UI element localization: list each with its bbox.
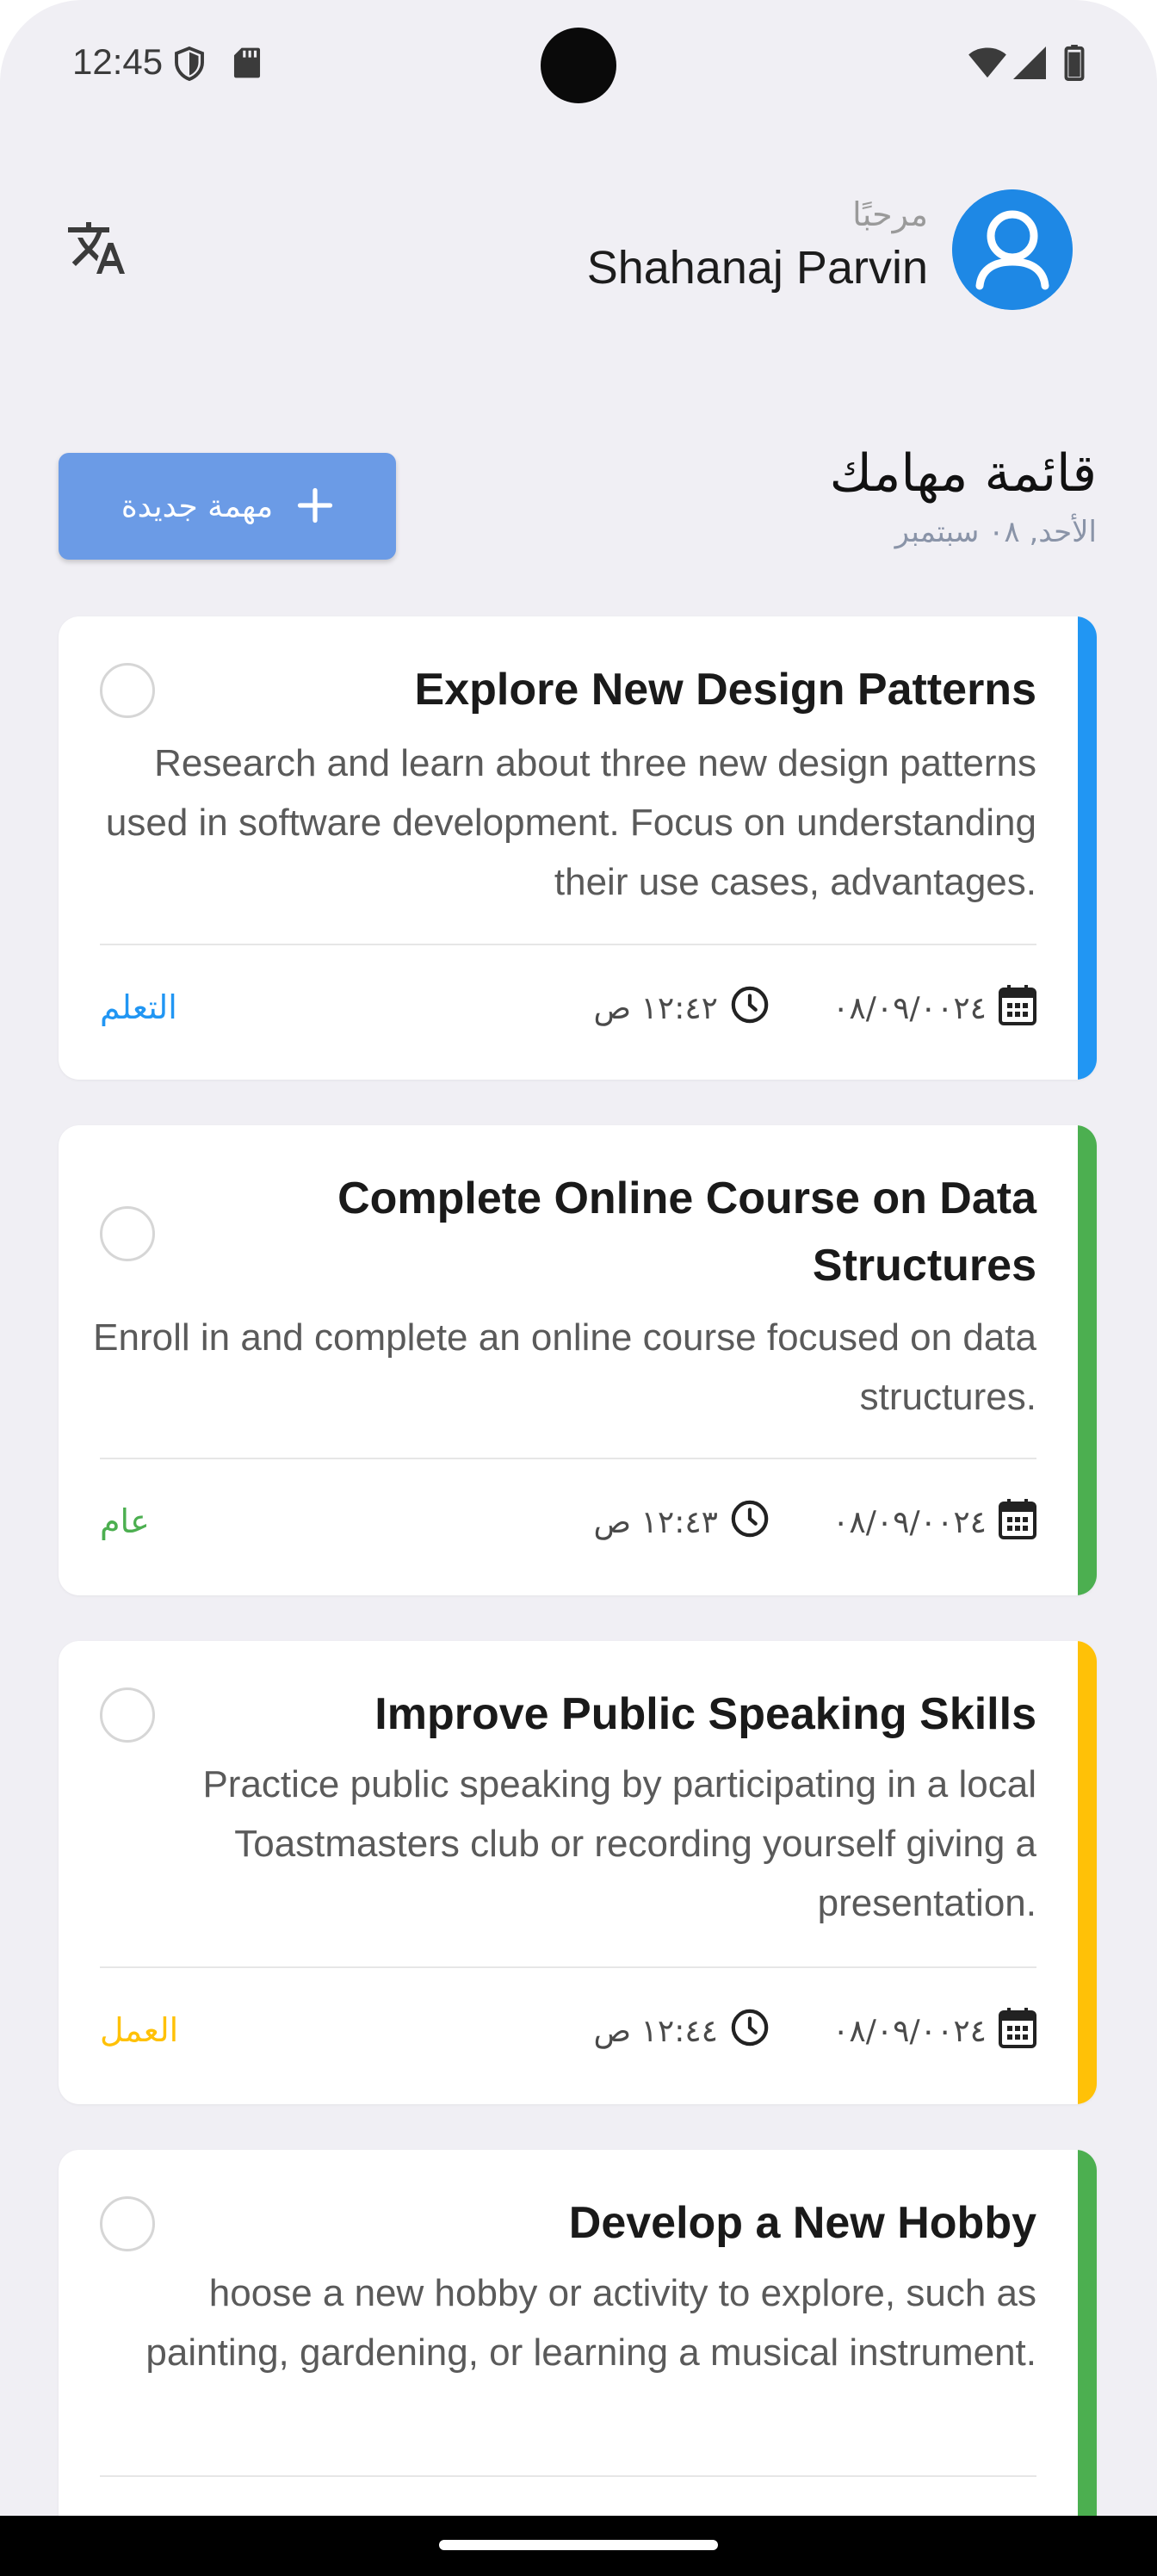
task-card[interactable]: Explore New Design Patterns Research and… (59, 616, 1097, 1080)
clock-icon (730, 985, 770, 1032)
task-date-value: ٠٨/٠٩/٠٠٢٤ (832, 2013, 987, 2049)
shield-icon (174, 46, 205, 84)
task-description: Enroll in and complete an online course … (93, 1316, 1036, 1418)
status-time: 12:45 (72, 41, 164, 82)
translate-button[interactable] (60, 214, 133, 286)
task-accent-bar (1078, 1125, 1097, 1595)
task-title: Complete Online Course on Data Structure… (337, 1173, 1036, 1291)
signal-icon (1012, 46, 1047, 83)
task-category: التعلم (100, 988, 177, 1026)
task-description: Research and learn about three new desig… (105, 742, 1036, 903)
task-meta: عام ١٢:٤٣ ص ٠٨/٠٩/٠٠٢٤ (100, 1492, 1036, 1552)
task-time-value: ١٢:٤٢ ص (593, 990, 718, 1026)
app-screen: 12:45 مرحبًا Shahanaj Parvin مهمة جديدة … (0, 0, 1157, 2576)
task-time: ١٢:٤٢ ص (594, 978, 770, 1038)
avatar[interactable] (952, 189, 1073, 310)
task-time-value: ١٢:٤٤ ص (593, 2013, 718, 2049)
task-description: Practice public speaking by participatin… (202, 1763, 1036, 1924)
task-title: Develop a New Hobby (568, 2198, 1036, 2248)
task-date-value: ٠٨/٠٩/٠٠٢٤ (832, 1504, 987, 1540)
greeting-block: مرحبًا Shahanaj Parvin (587, 191, 928, 298)
calendar-icon (999, 1498, 1036, 1547)
task-date: ٠٨/٠٩/٠٠٢٤ (832, 978, 1036, 1038)
battery-icon (1064, 45, 1085, 84)
translate-icon (65, 217, 127, 282)
task-time-value: ١٢:٤٣ ص (593, 1504, 718, 1540)
task-card[interactable]: Complete Online Course on Data Structure… (59, 1125, 1097, 1595)
page-title: قائمة مهامك (829, 443, 1097, 504)
task-accent-bar (1078, 2150, 1097, 2576)
clock-icon (730, 2008, 770, 2055)
clock-icon (730, 1499, 770, 1546)
task-accent-bar (1078, 616, 1097, 1080)
calendar-icon (999, 2007, 1036, 2056)
task-checkbox[interactable] (100, 1206, 155, 1261)
sd-card-icon (232, 46, 262, 83)
task-title: Improve Public Speaking Skills (374, 1689, 1036, 1739)
task-date: ٠٨/٠٩/٠٠٢٤ (832, 1492, 1036, 1552)
task-meta: التعلم ١٢:٤٢ ص ٠٨/٠٩/٠٠٢٤ (100, 978, 1036, 1038)
divider (100, 1458, 1036, 1459)
task-checkbox[interactable] (100, 2196, 155, 2251)
task-meta: العمل ١٢:٤٤ ص ٠٨/٠٩/٠٠٢٤ (100, 2001, 1036, 2061)
new-task-label: مهمة جديدة (121, 488, 274, 524)
task-category: العمل (100, 2011, 179, 2049)
divider (100, 944, 1036, 945)
task-category: عام (100, 1502, 150, 1540)
list-title-block: قائمة مهامك الأحد, ٠٨ سبتمبر (830, 437, 1097, 554)
task-checkbox[interactable] (100, 1687, 155, 1743)
task-description: hoose a new hobby or activity to explore… (145, 2272, 1036, 2374)
task-card[interactable]: Improve Public Speaking Skills Practice … (59, 1641, 1097, 2104)
task-date-value: ٠٨/٠٩/٠٠٢٤ (832, 990, 987, 1026)
task-date: ٠٨/٠٩/٠٠٢٤ (832, 2001, 1036, 2061)
new-task-button[interactable]: مهمة جديدة (59, 453, 396, 560)
task-card[interactable]: Develop a New Hobby hoose a new hobby or… (59, 2150, 1097, 2576)
calendar-icon (999, 984, 1036, 1033)
camera-cutout (541, 28, 616, 103)
home-gesture-handle[interactable] (439, 2540, 718, 2550)
task-title: Explore New Design Patterns (414, 665, 1036, 715)
greeting-label: مرحبًا (852, 195, 928, 233)
task-time: ١٢:٤٤ ص (594, 2001, 770, 2061)
today-date: الأحد, ٠٨ سبتمبر (894, 515, 1097, 549)
divider (100, 2475, 1036, 2477)
task-time: ١٢:٤٣ ص (594, 1492, 770, 1552)
status-bar: 12:45 (0, 0, 1157, 129)
task-checkbox[interactable] (100, 663, 155, 718)
person-icon (952, 189, 1073, 310)
plus-icon (297, 480, 333, 532)
user-name: Shahanaj Parvin (586, 242, 928, 294)
divider (100, 1966, 1036, 1968)
wifi-icon (968, 46, 1007, 83)
task-accent-bar (1078, 1641, 1097, 2104)
